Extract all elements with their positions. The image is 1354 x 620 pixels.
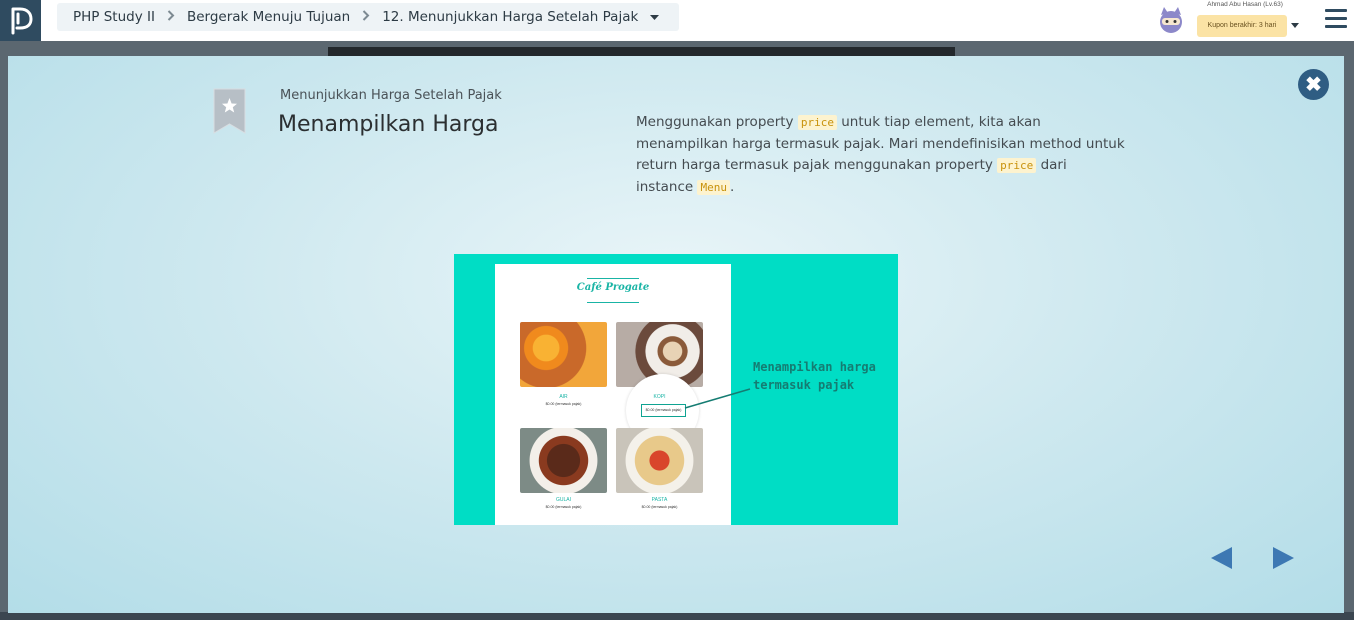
menu-icon[interactable] [1325,9,1347,33]
code-menu: Menu [697,179,730,195]
close-button[interactable]: ✖ [1298,69,1329,100]
ninja-cat-icon [1160,7,1182,33]
next-slide-button[interactable] [1273,547,1294,569]
breadcrumb-lesson[interactable]: 12. Menunjukkan Harga Setelah Pajak [382,9,638,25]
caret-down-icon[interactable] [1291,15,1299,33]
progate-logo[interactable] [0,0,41,41]
avatar[interactable] [1156,5,1186,35]
slide-title: Menampilkan Harga [278,112,499,137]
breadcrumb-course[interactable]: PHP Study II [73,9,155,25]
breadcrumb-chapter[interactable]: Bergerak Menuju Tujuan [187,9,350,25]
prev-slide-button[interactable] [1211,547,1232,569]
chevron-right-icon [167,9,175,25]
background-video-bar [328,47,955,56]
logo-icon [11,7,33,34]
top-bar: PHP Study II Bergerak Menuju Tujuan 12. … [0,0,1354,41]
slide-illustration: Café Progate AIR $0.00 (termasuk pajak) … [454,254,898,525]
slide-subtitle: Menunjukkan Harga Setelah Pajak [280,88,502,103]
breadcrumb: PHP Study II Bergerak Menuju Tujuan 12. … [57,3,680,31]
user-info[interactable]: Ahmad Abu Hasan (Lv.63) Kupon berakhir: … [1197,0,1293,37]
code-price: price [997,158,1037,173]
slide-description: Menggunakan property price untuk tiap el… [636,114,1125,195]
coupon-badge: Kupon berakhir: 3 hari [1197,15,1287,37]
caret-down-icon[interactable] [650,9,660,25]
callout-text: Menampilkan harga termasuk pajak [753,360,876,392]
user-name: Ahmad Abu Hasan (Lv.63) [1207,1,1283,8]
chevron-right-icon [362,9,370,25]
bookmark-icon[interactable] [213,88,246,134]
code-price: price [797,115,837,130]
close-icon: ✖ [1305,74,1322,96]
slide-modal: Menunjukkan Harga Setelah Pajak Menampil… [8,56,1344,613]
background-footer [0,612,1354,620]
